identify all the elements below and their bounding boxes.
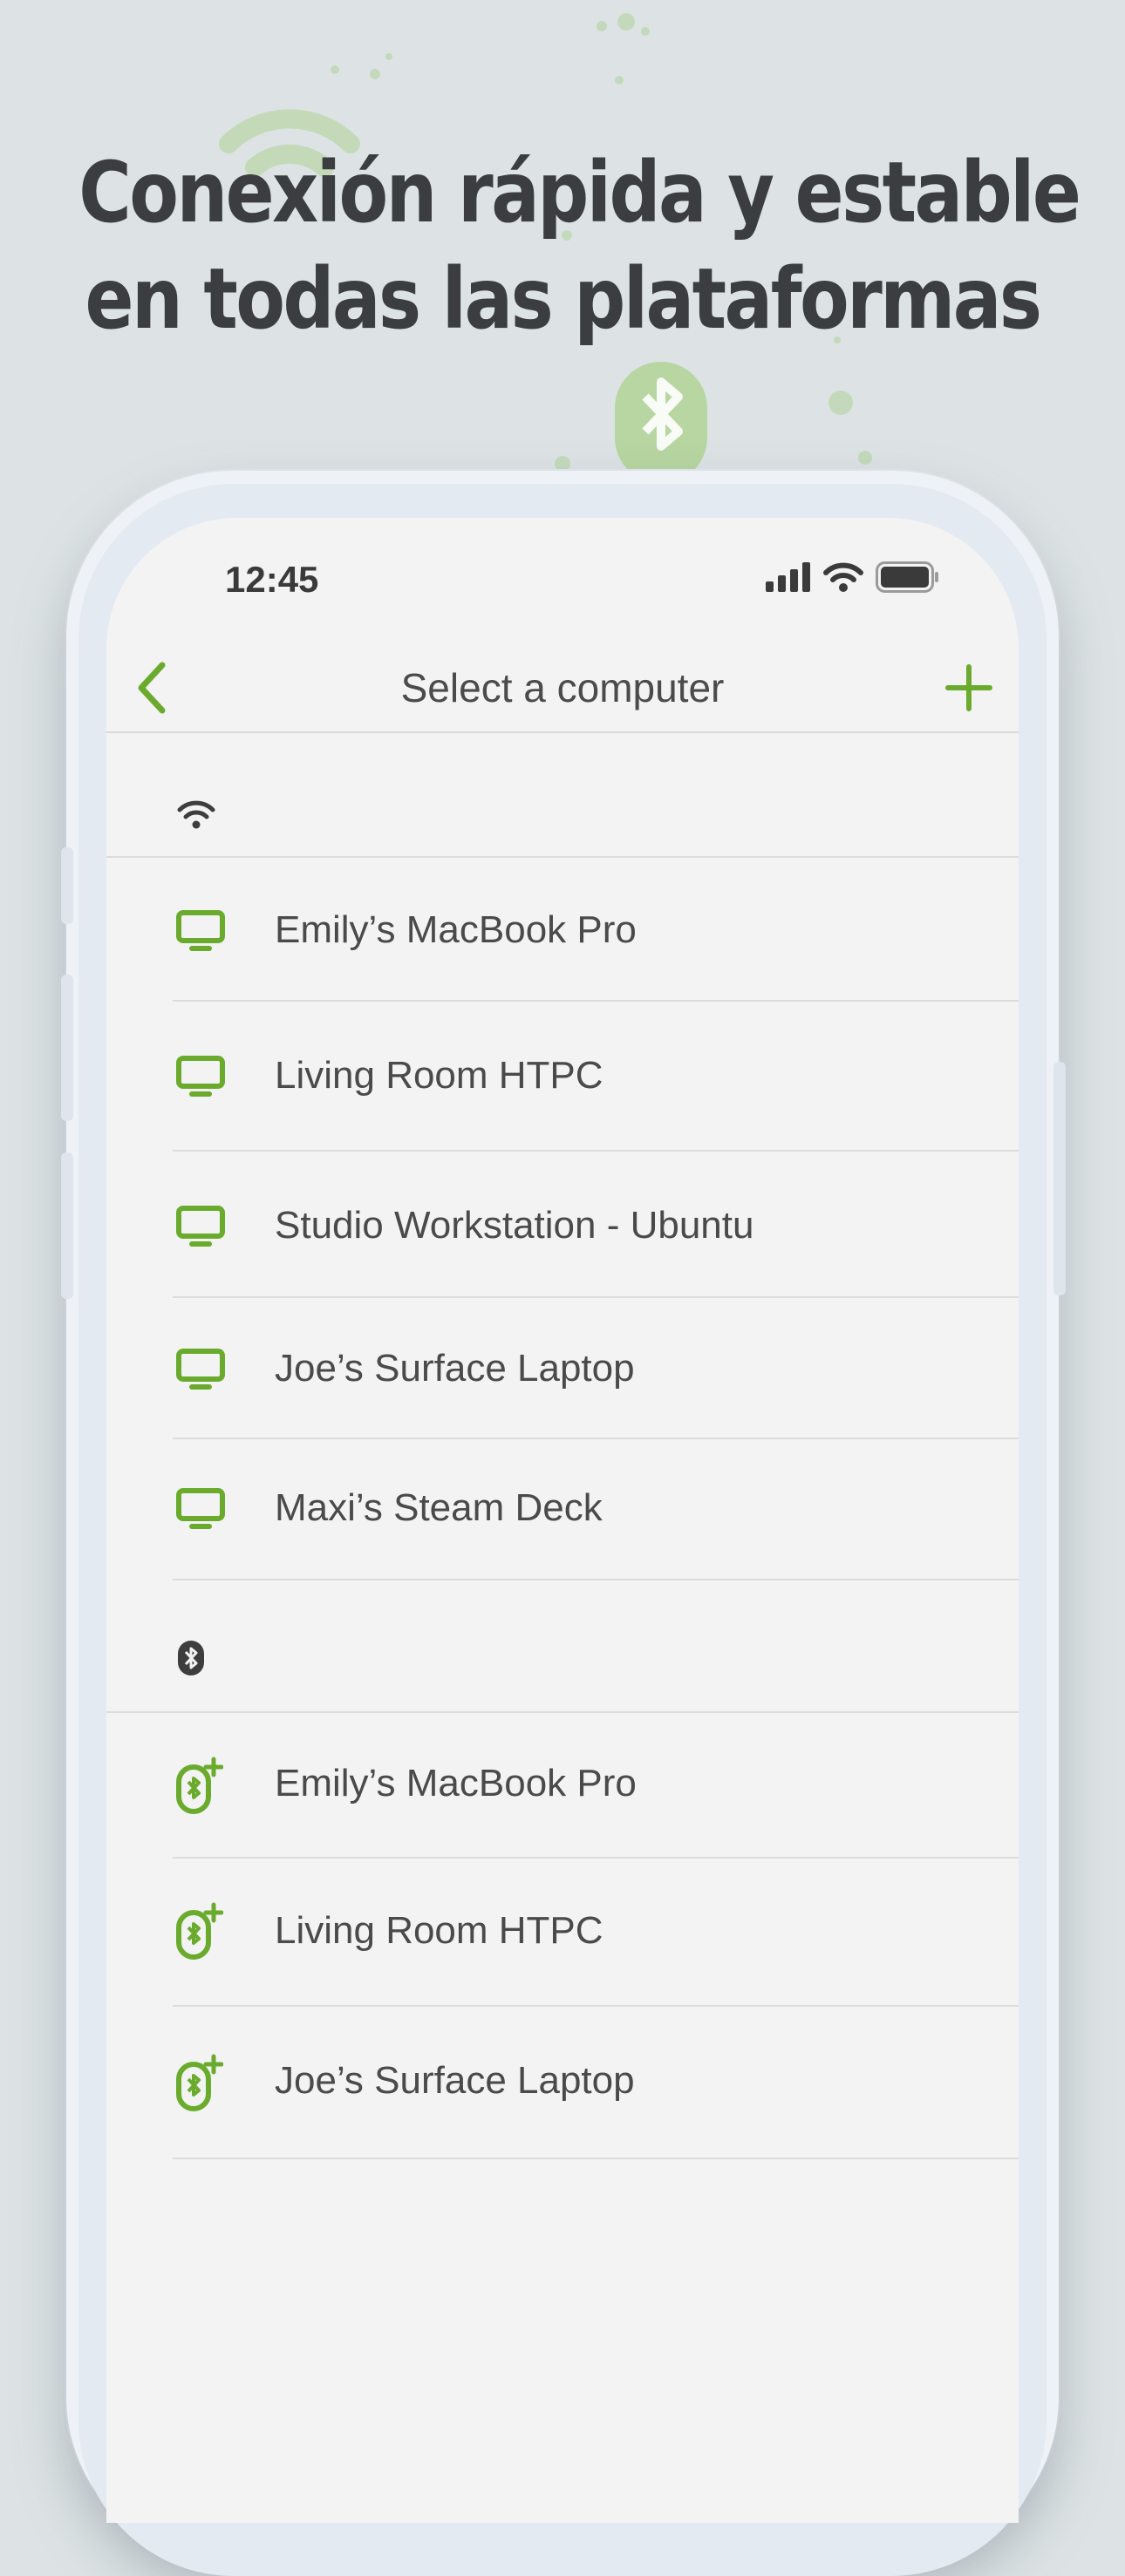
list-item[interactable]: Living Room HTPC (106, 1859, 1019, 2007)
wifi-icon (177, 800, 215, 829)
phone-silent-switch (61, 847, 73, 924)
phone-volume-down-button (61, 1152, 73, 1299)
list-item-label: Emily’s MacBook Pro (275, 1762, 637, 1805)
battery-icon (876, 561, 938, 593)
status-icons (766, 561, 940, 593)
list-item-label: Joe’s Surface Laptop (275, 1347, 635, 1390)
monitor-icon (176, 1206, 225, 1247)
page-title: Select a computer (400, 665, 725, 710)
headline-line-1: Conexión rápida y estable (78, 144, 1081, 241)
nav-bar: Select a computer (106, 644, 1019, 733)
list-item[interactable]: Joe’s Surface Laptop (106, 2007, 1019, 2159)
monitor-icon (176, 1488, 225, 1529)
divider (173, 2158, 1019, 2159)
list-item-label: Living Room HTPC (275, 1909, 603, 1952)
headline-line-2: en todas las plataformas (85, 250, 1042, 348)
bluetooth-add-icon (176, 2054, 223, 2111)
wifi-icon (823, 562, 863, 592)
section-header-wifi (106, 732, 1019, 858)
list-item-label: Maxi’s Steam Deck (275, 1486, 603, 1529)
list-item[interactable]: Studio Workstation - Ubuntu (106, 1152, 1019, 1298)
plus-icon (945, 664, 992, 711)
monitor-icon (176, 1056, 225, 1097)
monitor-icon (176, 910, 225, 951)
list-item-label: Emily’s MacBook Pro (275, 908, 637, 951)
list-item-label: Studio Workstation - Ubuntu (275, 1204, 754, 1247)
phone-power-button (1053, 1062, 1066, 1295)
bluetooth-add-icon (176, 1757, 223, 1814)
status-time: 12:45 (225, 559, 319, 600)
signal-icon (766, 562, 810, 592)
list-item[interactable]: Living Room HTPC (106, 1002, 1019, 1152)
section-header-bluetooth (106, 1580, 1019, 1713)
list-item-label: Living Room HTPC (275, 1054, 603, 1097)
phone-screen: 12:45 Select a computer Emily’s MacBook … (106, 518, 1019, 2523)
headline: Conexión rápida y estable en todas las p… (78, 139, 1081, 352)
list-item-label: Joe’s Surface Laptop (275, 2059, 635, 2102)
add-computer-button[interactable] (938, 644, 999, 731)
phone-volume-up-button (61, 975, 73, 1121)
bluetooth-icon (178, 1641, 204, 1675)
bluetooth-add-icon (176, 1902, 223, 1960)
monitor-icon (176, 1349, 225, 1390)
list-item[interactable]: Joe’s Surface Laptop (106, 1298, 1019, 1439)
list-item[interactable]: Emily’s MacBook Pro (106, 1713, 1019, 1859)
list-item[interactable]: Maxi’s Steam Deck (106, 1439, 1019, 1580)
list-item[interactable]: Emily’s MacBook Pro (106, 858, 1019, 1002)
